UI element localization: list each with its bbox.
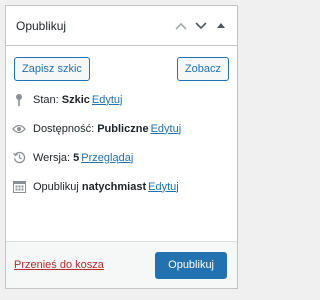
panel-controls xyxy=(171,16,231,36)
calendar-icon xyxy=(12,180,26,194)
move-to-trash-link[interactable]: Przenieś do kosza xyxy=(14,259,104,271)
status-edit-link[interactable]: Edytuj xyxy=(92,94,123,106)
visibility-label: Dostępność: xyxy=(33,122,95,135)
visibility-value: Publiczne xyxy=(97,122,149,135)
status-value: Szkic xyxy=(61,93,90,106)
preview-button[interactable]: Zobacz xyxy=(176,57,229,81)
panel-title: Opublikuj xyxy=(16,18,67,33)
revisions-value: 5 xyxy=(73,151,80,164)
schedule-value: natychmiast xyxy=(81,180,147,193)
collapse-toggle-icon[interactable] xyxy=(211,16,231,36)
history-icon xyxy=(12,151,26,165)
publish-panel: Opublikuj Zapisz szkic Zobacz Stan: Szki… xyxy=(5,5,238,289)
schedule-label: Opublikuj xyxy=(33,180,79,193)
visibility-edit-link[interactable]: Edytuj xyxy=(151,123,182,135)
schedule-edit-link[interactable]: Edytuj xyxy=(148,181,179,193)
pin-icon xyxy=(12,93,26,107)
eye-icon xyxy=(12,122,26,136)
move-up-icon[interactable] xyxy=(171,16,191,36)
save-draft-button[interactable]: Zapisz szkic xyxy=(14,57,90,81)
top-actions: Zapisz szkic Zobacz xyxy=(6,46,237,81)
panel-header: Opublikuj xyxy=(6,6,237,46)
schedule-row: Opublikuj natychmiast Edytuj xyxy=(12,179,179,194)
visibility-row: Dostępność: Publiczne Edytuj xyxy=(12,121,181,136)
revisions-label: Wersja: xyxy=(33,151,71,164)
revisions-browse-link[interactable]: Przeglądaj xyxy=(81,152,133,164)
status-row: Stan: Szkic Edytuj xyxy=(12,92,122,107)
move-down-icon[interactable] xyxy=(191,16,211,36)
publish-button[interactable]: Opublikuj xyxy=(155,251,227,279)
revisions-row: Wersja: 5 Przeglądaj xyxy=(12,150,133,165)
panel-footer: Przenieś do kosza Opublikuj xyxy=(6,241,237,288)
status-label: Stan: xyxy=(33,93,59,106)
